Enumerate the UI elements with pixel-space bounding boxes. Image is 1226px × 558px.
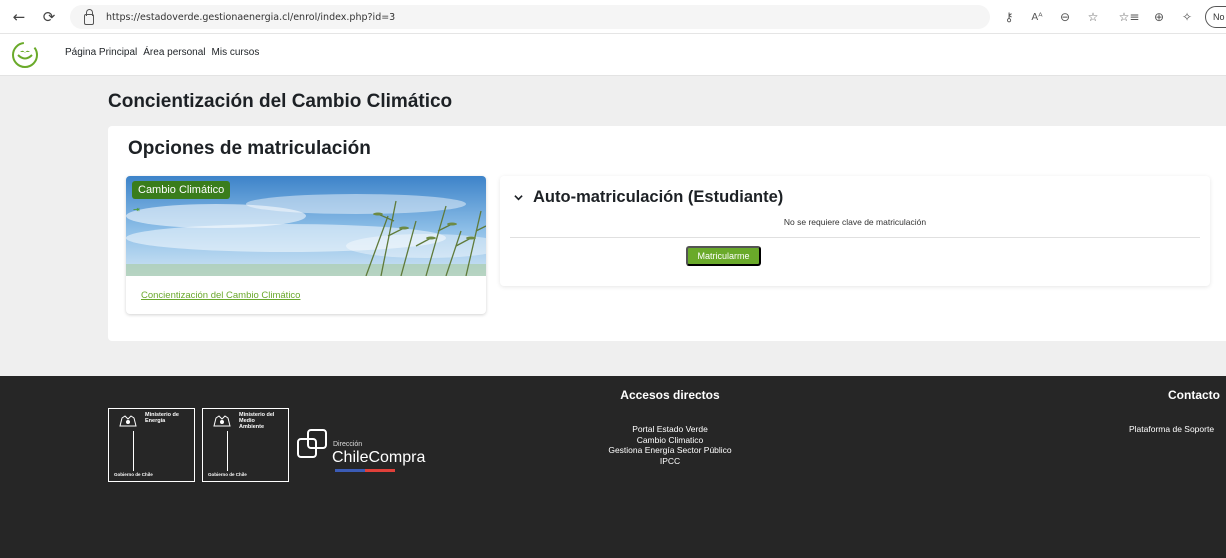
gobierno-label: Gobierno de Chile: [208, 472, 247, 477]
quick-links-heading: Accesos directos: [620, 388, 720, 402]
contact-heading: Contacto: [1168, 388, 1220, 402]
site-navbar: Página Principal Área personal Mis curso…: [0, 34, 1226, 76]
nav-item-dashboard[interactable]: Área personal: [143, 47, 205, 58]
profile-label: No: [1213, 12, 1225, 22]
url-text[interactable]: https://estadoverde.gestionaenergia.cl/e…: [106, 12, 395, 23]
collections-icon[interactable]: ⊕: [1150, 8, 1168, 26]
footer-link-gestiona-energia[interactable]: Gestiona Energía Sector Público: [560, 445, 780, 456]
footer-link-portal-estado-verde[interactable]: Portal Estado Verde: [560, 424, 780, 435]
zoom-icon[interactable]: ⊖: [1056, 8, 1074, 26]
logo-stripe: [133, 431, 134, 471]
back-arrow-icon[interactable]: ←: [8, 6, 30, 28]
footer-link-ipcc[interactable]: IPCC: [560, 456, 780, 467]
chile-seal-icon: [119, 415, 137, 427]
favorite-star-icon[interactable]: ☆: [1084, 8, 1102, 26]
chilecompra-bar-blue: [335, 469, 365, 472]
enter-icon: ⇥: [133, 205, 140, 214]
ministry-environment-line-3: Ambiente: [239, 424, 265, 430]
chilecompra-logo: Dirección ChileCompra: [295, 419, 435, 472]
gobierno-label: Gobierno de Chile: [114, 472, 153, 477]
browser-toolbar: ← ⟳ https://estadoverde.gestionaenergia.…: [0, 0, 1226, 34]
page-title: Concientización del Cambio Climático: [108, 91, 453, 112]
enrolment-options-heading: Opciones de matriculación: [128, 138, 371, 159]
logo-stripe: [227, 431, 228, 471]
estado-verde-logo-icon[interactable]: [10, 40, 40, 70]
site-footer: Ministerio de Energía Gobierno de Chile M…: [0, 376, 1226, 558]
chevron-down-icon: [514, 195, 523, 201]
favorites-list-icon[interactable]: ☆≡: [1119, 8, 1140, 26]
quick-links-list: Portal Estado Verde Cambio Climatico Ges…: [560, 424, 780, 466]
chilecompra-mark-icon: [297, 429, 327, 458]
self-enrolment-toggle[interactable]: Auto-matriculación (Estudiante): [514, 188, 783, 207]
enrolment-options-card: Opciones de matriculación Cambio Climáti…: [108, 126, 1226, 341]
address-bar[interactable]: https://estadoverde.gestionaenergia.cl/e…: [70, 5, 990, 29]
chile-seal-icon: [213, 415, 231, 427]
chilecompra-small-text: Dirección: [333, 441, 363, 448]
ministry-environment-logo: Ministerio del Medio Ambiente Gobierno de …: [202, 408, 289, 482]
reload-icon[interactable]: ⟳: [38, 6, 60, 28]
self-enrolment-heading: Auto-matriculación (Estudiante): [533, 188, 784, 206]
course-category-badge: Cambio Climático: [132, 181, 231, 199]
course-summary-card: Cambio Climático ⇥ Concientización del C…: [126, 176, 486, 314]
key-icon[interactable]: ⚷: [1000, 8, 1018, 26]
primary-navigation: Página Principal Área personal Mis curso…: [65, 47, 259, 58]
nav-item-home[interactable]: Página Principal: [65, 47, 137, 58]
chilecompra-bar-red: [365, 469, 395, 472]
support-platform-link[interactable]: Plataforma de Soporte: [1129, 424, 1214, 434]
self-enrolment-panel: Auto-matriculación (Estudiante) No se re…: [500, 176, 1210, 286]
profile-button[interactable]: No: [1205, 6, 1226, 28]
chilecompra-main-text: ChileCompra: [332, 449, 426, 466]
ministry-energy-logo: Ministerio de Energía Gobierno de Chile: [108, 408, 195, 482]
divider: [510, 237, 1200, 238]
extensions-icon[interactable]: ✧: [1178, 8, 1196, 26]
footer-link-cambio-climatico[interactable]: Cambio Climatico: [560, 435, 780, 446]
lock-icon[interactable]: [84, 8, 94, 25]
nav-item-my-courses[interactable]: Mis cursos: [212, 47, 260, 58]
read-aloud-icon[interactable]: Aᴬ: [1028, 8, 1046, 26]
enrolment-key-note: No se requiere clave de matriculación: [783, 217, 927, 227]
course-link[interactable]: Concientización del Cambio Climático: [141, 290, 300, 301]
ministry-energy-line-2: Energía: [145, 418, 166, 424]
enrol-me-button[interactable]: Matricularme: [686, 246, 761, 266]
